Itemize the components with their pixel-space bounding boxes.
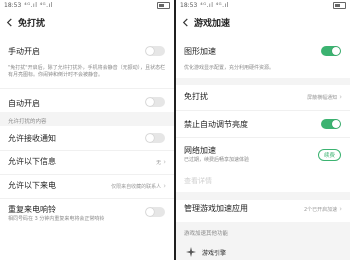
network-boost-description: 已过期，续费后畅享加速体验 — [184, 157, 250, 163]
page-header: 游戏加速 — [176, 11, 350, 33]
repeat-calls-description: 相同号码在 3 分钟内重复来电将会正常响铃 — [8, 216, 105, 222]
game-engine-icon — [186, 247, 196, 257]
section-gap — [176, 192, 350, 200]
manage-apps-value: 2个已开启加速 — [304, 206, 338, 213]
allow-messages-value-wrap: 无 › — [156, 158, 166, 166]
manage-apps-row[interactable]: 管理游戏加速应用 2个已开启加速 › — [176, 200, 350, 218]
allowed-content-section-title: 允许打扰的内容 — [8, 119, 47, 125]
status-bar: 18:53 ⁴ᴳ.ıl ⁴ᴳ.ıl — [176, 0, 350, 11]
manual-enable-label: 手动开启 — [8, 47, 40, 56]
disable-auto-brightness-label: 禁止自动调节亮度 — [184, 120, 248, 129]
page-header: 免打扰 — [0, 11, 174, 33]
signal-icon: ⁴ᴳ.ıl ⁴ᴳ.ıl — [24, 2, 53, 9]
manual-enable-description: "免打扰"开启后，除了允许打扰外，手机将会静音（无振动），且状态栏有月亮图标。你… — [8, 65, 166, 78]
allow-notifications-label: 允许接收通知 — [8, 134, 56, 143]
page-title: 免打扰 — [18, 18, 46, 29]
game-boost-screen: 18:53 ⁴ᴳ.ıl ⁴ᴳ.ıl 游戏加速 图形加速 优化游戏显示配置，充分利… — [176, 0, 350, 260]
divider — [0, 198, 174, 199]
divider — [176, 110, 350, 111]
graphics-boost-label: 图形加速 — [184, 47, 216, 56]
view-details-link[interactable]: 查看详情 — [184, 176, 212, 186]
manual-enable-toggle[interactable] — [145, 46, 165, 56]
allow-calls-label: 允许以下来电 — [8, 181, 56, 190]
disable-auto-brightness-toggle[interactable] — [321, 119, 341, 129]
manage-apps-label: 管理游戏加速应用 — [184, 204, 248, 213]
divider — [0, 174, 174, 175]
auto-enable-toggle[interactable] — [145, 97, 165, 107]
allow-notifications-toggle[interactable] — [145, 133, 165, 143]
manage-apps-value-wrap: 2个已开启加速 › — [304, 205, 342, 213]
allow-calls-value-wrap: 仅限来自收藏的联系人 › — [111, 182, 166, 190]
battery-icon — [333, 2, 346, 9]
allow-messages-row[interactable]: 允许以下信息 无 › — [0, 153, 174, 171]
allow-messages-value: 无 — [156, 159, 162, 166]
allow-calls-value: 仅限来自收藏的联系人 — [111, 183, 162, 190]
dnd-screen: 18:53 ⁴ᴳ.ıl ⁴ᴳ.ıl 免打扰 手动开启 "免打扰"开启后，除了允许… — [0, 0, 174, 260]
chevron-right-icon: › — [339, 205, 342, 213]
repeat-calls-label: 重复来电响铃 — [8, 205, 56, 214]
graphics-boost-description: 优化游戏显示配置，充分利用硬件资源。 — [184, 65, 275, 71]
dnd-row[interactable]: 免打扰 屏蔽横幅通知 › — [176, 88, 350, 106]
chevron-right-icon: › — [163, 158, 166, 166]
signal-icon: ⁴ᴳ.ıl ⁴ᴳ.ıl — [200, 2, 229, 9]
divider — [0, 88, 174, 89]
chevron-right-icon: › — [163, 182, 166, 190]
auto-enable-label: 自动开启 — [8, 99, 40, 108]
divider — [0, 150, 174, 151]
dnd-value: 屏蔽横幅通知 — [307, 94, 338, 101]
chevron-right-icon: › — [339, 93, 342, 101]
dnd-value-wrap: 屏蔽横幅通知 › — [307, 93, 342, 101]
status-time: 18:53 — [4, 2, 22, 9]
graphics-boost-toggle[interactable] — [321, 46, 341, 56]
other-features-section-title: 游戏加速其他功能 — [184, 231, 229, 237]
battery-icon — [157, 2, 170, 9]
allow-calls-row[interactable]: 允许以下来电 仅限来自收藏的联系人 › — [0, 177, 174, 195]
page-title: 游戏加速 — [194, 18, 231, 29]
status-time: 18:53 — [180, 2, 198, 9]
status-bar: 18:53 ⁴ᴳ.ıl ⁴ᴳ.ıl — [0, 0, 174, 11]
section-gap — [176, 78, 350, 85]
game-engine-label[interactable]: 游戏引擎 — [202, 248, 226, 257]
back-arrow-icon[interactable] — [0, 11, 18, 33]
back-arrow-icon[interactable] — [176, 11, 194, 33]
dnd-label: 免打扰 — [184, 92, 208, 101]
renew-button[interactable]: 续费 — [317, 149, 341, 161]
allow-messages-label: 允许以下信息 — [8, 157, 56, 166]
network-boost-label: 网络加速 — [184, 146, 216, 155]
divider — [176, 137, 350, 138]
